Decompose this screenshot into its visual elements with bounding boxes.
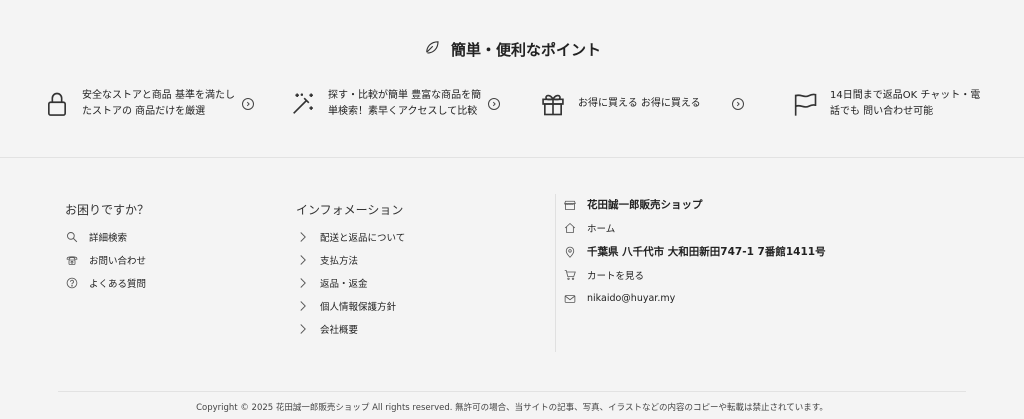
point-text: 探す・比較が簡単 豊富な商品を簡単検索！素早くアクセスして比較 <box>328 90 482 117</box>
help-link-contact[interactable]: お問い合わせ <box>65 248 146 271</box>
view-cart-link[interactable]: カートを見る <box>563 264 826 288</box>
link-label: 会社概要 <box>320 324 359 336</box>
point-returns[interactable]: 14日間まで返品OK チャット・電話でも 問い合わせ可能 <box>788 84 988 124</box>
search-icon <box>65 230 79 244</box>
info-link-shipping[interactable]: 配送と返品について <box>296 225 405 248</box>
section-divider <box>0 157 1024 158</box>
shop-email: nikaido@huyar.my <box>587 293 676 305</box>
flag-icon <box>788 87 822 121</box>
shop-info: 花田誠一郎販売ショップ ホーム 千葉県 八千代市 大和田新田747-1 7番館1… <box>563 193 826 311</box>
copyright-text: Copyright © 2025 花田誠一郎販売ショップ All rights … <box>196 403 828 413</box>
gift-icon <box>536 87 570 121</box>
point-easy-search[interactable]: 探す・比較が簡単 豊富な商品を簡単検索！素早くアクセスして比較 <box>286 84 500 124</box>
info-links: 配送と返品について 支払方法 返品・返金 個人情報保護方針 会社概要 <box>296 225 405 340</box>
footer-divider <box>58 391 966 392</box>
link-label: 返品・返金 <box>320 278 368 290</box>
magic-wand-icon <box>286 87 320 121</box>
chevron-right-circle-icon[interactable] <box>242 98 254 110</box>
chevron-right-icon <box>296 276 310 290</box>
points-section-title: 簡単・便利なポイント <box>0 38 1024 60</box>
shop-email-link[interactable]: nikaido@huyar.my <box>563 287 826 311</box>
help-link-advanced-search[interactable]: 詳細検索 <box>65 225 146 248</box>
chevron-right-icon <box>296 253 310 267</box>
column-divider <box>555 194 556 352</box>
point-text: 安全なストアと商品 基準を満たしたストアの 商品だけを厳選 <box>82 90 235 117</box>
shop-address: 千葉県 八千代市 大和田新田747-1 7番館1411号 <box>587 246 826 259</box>
info-link-privacy[interactable]: 個人情報保護方針 <box>296 294 405 317</box>
leaf-icon <box>423 38 441 60</box>
point-good-deals[interactable]: お得に買える お得に買える <box>536 84 744 124</box>
shop-name: 花田誠一郎販売ショップ <box>587 199 703 212</box>
question-icon <box>65 276 79 290</box>
info-link-company[interactable]: 会社概要 <box>296 317 405 340</box>
point-text: 14日間まで返品OK チャット・電話でも 問い合わせ可能 <box>830 90 981 117</box>
link-label: 詳細検索 <box>89 232 128 244</box>
point-safe-store[interactable]: 安全なストアと商品 基準を満たしたストアの 商品だけを厳選 <box>40 84 254 124</box>
shop-address-row: 千葉県 八千代市 大和田新田747-1 7番館1411号 <box>563 240 826 264</box>
info-link-payment[interactable]: 支払方法 <box>296 248 405 271</box>
chevron-right-circle-icon[interactable] <box>732 98 744 110</box>
cart-icon <box>563 268 577 282</box>
phone-icon <box>65 253 79 267</box>
points-title-text: 簡単・便利なポイント <box>450 40 601 59</box>
lock-icon <box>40 87 74 121</box>
mail-icon <box>563 292 577 306</box>
link-label: 個人情報保護方針 <box>320 301 397 313</box>
shop-name-row: 花田誠一郎販売ショップ <box>563 193 826 217</box>
help-title: お困りですか？ <box>65 203 150 217</box>
map-pin-icon <box>563 245 577 259</box>
chevron-right-icon <box>296 322 310 336</box>
shop-home-link[interactable]: ホーム <box>563 217 826 241</box>
point-text: お得に買える お得に買える <box>578 98 701 109</box>
cart-label: カートを見る <box>587 271 645 283</box>
info-title: インフォメーション <box>296 203 404 217</box>
points-list: 安全なストアと商品 基準を満たしたストアの 商品だけを厳選 探す・比較が簡単 豊… <box>0 84 1024 124</box>
link-label: よくある質問 <box>89 278 147 290</box>
store-icon <box>563 198 577 212</box>
chevron-right-circle-icon[interactable] <box>488 98 500 110</box>
link-label: お問い合わせ <box>89 255 147 267</box>
home-icon <box>563 221 577 235</box>
home-label: ホーム <box>587 224 616 236</box>
link-label: 配送と返品について <box>320 232 406 244</box>
chevron-right-icon <box>296 230 310 244</box>
chevron-right-icon <box>296 299 310 313</box>
help-link-faq[interactable]: よくある質問 <box>65 271 146 294</box>
info-link-returns[interactable]: 返品・返金 <box>296 271 405 294</box>
link-label: 支払方法 <box>320 255 359 267</box>
help-links: 詳細検索 お問い合わせ よくある質問 <box>65 225 146 294</box>
